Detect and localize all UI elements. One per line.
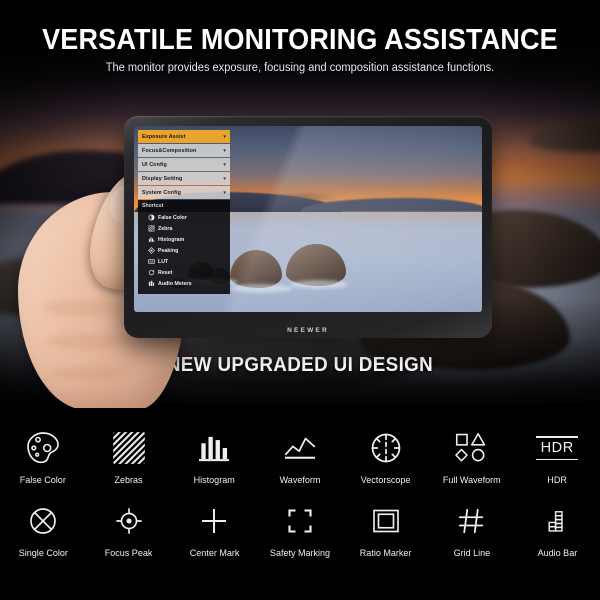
feature-center-mark[interactable]: Center Mark bbox=[171, 499, 257, 558]
focus-peak-icon bbox=[107, 499, 151, 543]
osd-menu-label: Focus&Composition bbox=[142, 147, 197, 154]
feature-row-2: Single Color Focus Peak Center Mark Safe… bbox=[0, 485, 600, 558]
audio-meters-icon bbox=[148, 280, 155, 287]
osd-menu[interactable]: Exposure Assist ▾ Focus&Composition ▾ UI… bbox=[138, 130, 230, 294]
monitor-screen: Exposure Assist ▾ Focus&Composition ▾ UI… bbox=[134, 126, 482, 312]
feature-full-waveform[interactable]: Full Waveform bbox=[429, 426, 515, 485]
hdr-bottom-bar bbox=[536, 458, 579, 461]
chevron-down-icon: ▾ bbox=[223, 147, 226, 154]
page-title: VERSATILE MONITORING ASSISTANCE bbox=[42, 24, 558, 56]
histogram-icon bbox=[148, 236, 155, 243]
feature-label: Histogram bbox=[193, 475, 235, 485]
feature-label: Ratio Marker bbox=[359, 548, 412, 558]
osd-shortcut-label: False Color bbox=[158, 214, 187, 221]
osd-menu-label: Exposure Assist bbox=[142, 133, 186, 140]
feature-label: Focus Peak bbox=[104, 548, 153, 558]
product-infographic: VERSATILE MONITORING ASSISTANCE The moni… bbox=[0, 0, 600, 600]
osd-shortcut-label: Histogram bbox=[158, 236, 185, 243]
hero-section: VERSATILE MONITORING ASSISTANCE The moni… bbox=[0, 0, 600, 408]
osd-menu-item-focus-composition[interactable]: Focus&Composition ▾ bbox=[138, 144, 230, 157]
finger-crease bbox=[48, 366, 128, 380]
zebras-icon bbox=[107, 426, 151, 470]
feature-label: Single Color bbox=[18, 548, 68, 558]
osd-shortcut-label: Reset bbox=[158, 269, 173, 276]
chevron-down-icon: ▾ bbox=[223, 133, 226, 140]
vectorscope-icon bbox=[364, 426, 408, 470]
feature-label: False Color bbox=[19, 475, 66, 485]
chevron-down-icon: ▾ bbox=[223, 161, 226, 168]
osd-shortcut-label: Peaking bbox=[158, 247, 179, 254]
osd-menu-label: Display Setting bbox=[142, 175, 183, 182]
reset-icon bbox=[148, 269, 155, 276]
finger-crease bbox=[42, 300, 134, 316]
safety-marking-icon bbox=[278, 499, 322, 543]
waveform-icon bbox=[278, 426, 322, 470]
center-mark-icon bbox=[192, 499, 236, 543]
single-color-icon bbox=[21, 499, 65, 543]
feature-label: HDR bbox=[547, 475, 567, 485]
screen-foam bbox=[230, 284, 292, 293]
feature-zebras[interactable]: Zebras bbox=[86, 426, 172, 485]
feature-label: Safety Marking bbox=[269, 548, 331, 558]
osd-shortcut-label: Zebra bbox=[158, 225, 173, 232]
feature-ratio-marker[interactable]: Ratio Marker bbox=[343, 499, 429, 558]
osd-shortcut-lut[interactable]: LUT bbox=[142, 256, 226, 267]
chevron-down-icon: ▾ bbox=[223, 189, 226, 196]
histogram-icon bbox=[192, 426, 236, 470]
field-monitor: Exposure Assist ▾ Focus&Composition ▾ UI… bbox=[124, 116, 492, 338]
feature-histogram[interactable]: Histogram bbox=[171, 426, 257, 485]
false-color-icon bbox=[21, 426, 65, 470]
hdr-glyph-text: HDR bbox=[540, 440, 574, 456]
ratio-marker-icon bbox=[364, 499, 408, 543]
osd-shortcut-panel: Shortcut False Color Zebra Histogram Pea… bbox=[138, 200, 230, 294]
feature-label: Waveform bbox=[279, 475, 321, 485]
full-waveform-icon bbox=[449, 426, 493, 470]
brand-logo: NEEWER bbox=[287, 327, 329, 334]
hdr-top-bar bbox=[536, 435, 579, 438]
feature-grid-line[interactable]: Grid Line bbox=[429, 499, 515, 558]
feature-label: Audio Bar bbox=[537, 548, 577, 558]
feature-false-color[interactable]: False Color bbox=[0, 426, 86, 485]
feature-waveform[interactable]: Waveform bbox=[257, 426, 343, 485]
peaking-icon bbox=[148, 247, 155, 254]
feature-label: Grid Line bbox=[453, 548, 490, 558]
osd-menu-label: UI Config bbox=[142, 161, 167, 168]
osd-shortcut-label: Audio Meters bbox=[158, 280, 192, 287]
osd-shortcut-reset[interactable]: Reset bbox=[142, 267, 226, 278]
screen-foam bbox=[290, 280, 348, 289]
feature-label: Full Waveform bbox=[442, 475, 501, 485]
feature-icon-panel: False Color Zebras Histogram Waveform Ve… bbox=[0, 408, 600, 600]
feature-label: Center Mark bbox=[189, 548, 240, 558]
feature-label: Vectorscope bbox=[360, 475, 411, 485]
osd-menu-item-display-setting[interactable]: Display Setting ▾ bbox=[138, 172, 230, 185]
feature-single-color[interactable]: Single Color bbox=[0, 499, 86, 558]
osd-shortcut-audio-meters[interactable]: Audio Meters bbox=[142, 278, 226, 289]
osd-menu-item-exposure-assist[interactable]: Exposure Assist ▾ bbox=[138, 130, 230, 143]
lut-icon bbox=[148, 258, 155, 265]
osd-shortcut-false-color[interactable]: False Color bbox=[142, 212, 226, 223]
osd-shortcut-label: LUT bbox=[158, 258, 169, 265]
finger-crease bbox=[44, 334, 132, 349]
feature-row-1: False Color Zebras Histogram Waveform Ve… bbox=[0, 408, 600, 485]
audio-bar-icon bbox=[535, 499, 579, 543]
false-color-icon bbox=[148, 214, 155, 221]
feature-hdr[interactable]: HDR HDR bbox=[514, 426, 600, 485]
grid-line-icon bbox=[449, 499, 493, 543]
osd-shortcut-title: Shortcut bbox=[142, 203, 164, 209]
feature-audio-bar[interactable]: Audio Bar bbox=[514, 499, 600, 558]
osd-menu-item-ui-config[interactable]: UI Config ▾ bbox=[138, 158, 230, 171]
osd-menu-label: System Config bbox=[142, 189, 182, 196]
hdr-icon: HDR bbox=[535, 426, 579, 470]
chevron-down-icon: ▾ bbox=[223, 175, 226, 182]
feature-safety-marking[interactable]: Safety Marking bbox=[257, 499, 343, 558]
feature-focus-peak[interactable]: Focus Peak bbox=[86, 499, 172, 558]
feature-label: Zebras bbox=[114, 475, 143, 485]
feature-vectorscope[interactable]: Vectorscope bbox=[343, 426, 429, 485]
osd-shortcut-peaking[interactable]: Peaking bbox=[142, 245, 226, 256]
osd-shortcut-zebra[interactable]: Zebra bbox=[142, 223, 226, 234]
osd-shortcut-histogram[interactable]: Histogram bbox=[142, 234, 226, 245]
osd-menu-item-system-config[interactable]: System Config ▾ bbox=[138, 186, 230, 199]
page-subtitle: The monitor provides exposure, focusing … bbox=[105, 62, 495, 74]
zebra-icon bbox=[148, 225, 155, 232]
